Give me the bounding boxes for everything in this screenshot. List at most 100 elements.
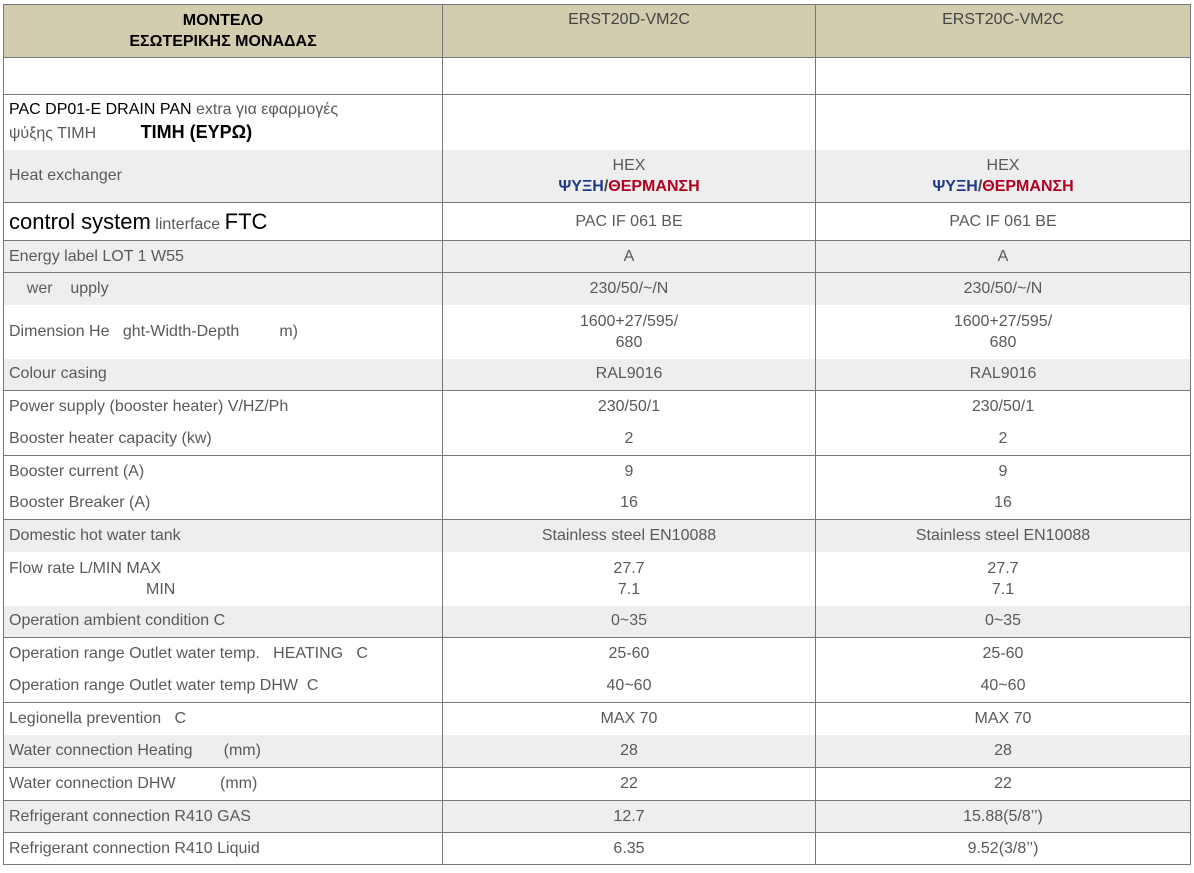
wc-heating-value-1: 28 xyxy=(442,734,816,768)
booster-breaker-value-1: 16 xyxy=(442,487,816,520)
booster-capacity-value-2: 2 xyxy=(815,423,1191,456)
flow-rate-row: Flow rate L/MIN MAX MIN 27.7 7.1 27.7 7.… xyxy=(3,551,1191,606)
drain-pan-price-1 xyxy=(442,94,816,150)
booster-capacity-row: Booster heater capacity (kw) 2 2 xyxy=(3,423,1191,456)
heat-exchanger-row: Heat exchanger HEX ΨΥΞΗ/ΘΕΡΜΑΝΣΗ HEX ΨΥΞ… xyxy=(3,149,1191,203)
booster-current-label: Booster current (A) xyxy=(3,455,443,488)
model-1-header: ERST20D-VM2C xyxy=(442,4,816,58)
ref-gas-value-2: 15.88(5/8’’) xyxy=(815,800,1191,833)
ambient-row: Operation ambient condition C 0~35 0~35 xyxy=(3,605,1191,638)
booster-power-label: Power supply (booster heater) V/HZ/Ph xyxy=(3,390,443,424)
drain-pan-extra: extra για εφαρμογές xyxy=(191,101,339,119)
colour-row: Colour casing RAL9016 RAL9016 xyxy=(3,358,1191,391)
range-heating-value-2: 25-60 xyxy=(815,637,1191,671)
wc-heating-label: Water connection Heating (mm) xyxy=(3,734,443,768)
cooling-text: ΨΥΞΗ xyxy=(558,177,604,195)
range-dhw-value-2: 40~60 xyxy=(815,670,1191,703)
booster-breaker-label: Booster Breaker (A) xyxy=(3,487,443,520)
control-label: control system linterface FTC xyxy=(3,202,443,241)
control-value-2: PAC IF 061 BE xyxy=(815,202,1191,241)
energy-value-2: A xyxy=(815,240,1191,273)
energy-row: Energy label LOT 1 W55 A A xyxy=(3,240,1191,273)
range-heating-label: Operation range Outlet water temp. HEATI… xyxy=(3,637,443,671)
drain-pan-row: PAC DP01-E DRAIN PAN extra για εφαρμογές… xyxy=(3,94,1191,150)
booster-capacity-value-1: 2 xyxy=(442,423,816,456)
wc-dhw-value-1: 22 xyxy=(442,767,816,801)
ambient-value-1: 0~35 xyxy=(442,605,816,638)
power-supply-label: wer upply xyxy=(3,272,443,305)
power-supply-row: wer upply 230/50/~/N 230/50/~/N xyxy=(3,272,1191,305)
ref-liquid-row: Refrigerant connection R410 Liquid 6.35 … xyxy=(3,832,1191,865)
model-header-line1: ΜΟΝΤΕΛΟ xyxy=(182,12,264,29)
dimension-value-1: 1600+27/595/ 680 xyxy=(442,304,816,359)
cooling-text: ΨΥΞΗ xyxy=(932,177,978,195)
ambient-label: Operation ambient condition C xyxy=(3,605,443,638)
booster-current-value-2: 9 xyxy=(815,455,1191,488)
colour-label: Colour casing xyxy=(3,358,443,391)
ref-liquid-value-1: 6.35 xyxy=(442,832,816,865)
colour-value-1: RAL9016 xyxy=(442,358,816,391)
legionella-value-1: MAX 70 xyxy=(442,702,816,735)
ambient-value-2: 0~35 xyxy=(815,605,1191,638)
drain-pan-label: PAC DP01-E DRAIN PAN extra για εφαρμογές… xyxy=(3,94,443,150)
range-dhw-label: Operation range Outlet water temp DHW C xyxy=(3,670,443,703)
flow-rate-value-1: 27.7 7.1 xyxy=(442,551,816,606)
legionella-row: Legionella prevention C MAX 70 MAX 70 xyxy=(3,702,1191,735)
spec-table: ΜΟΝΤΕΛΟ ΕΣΩΤΕΡΙΚΗΣ ΜΟΝΑΔΑΣ ERST20D-VM2C … xyxy=(3,4,1191,865)
heat-exchanger-value-1: HEX ΨΥΞΗ/ΘΕΡΜΑΝΣΗ xyxy=(442,149,816,203)
model-2-header: ERST20C-VM2C xyxy=(815,4,1191,58)
booster-power-value-1: 230/50/1 xyxy=(442,390,816,424)
dimension-row: Dimension He ght-Width-Depth m) 1600+27/… xyxy=(3,304,1191,359)
energy-label: Energy label LOT 1 W55 xyxy=(3,240,443,273)
energy-value-1: A xyxy=(442,240,816,273)
ref-gas-row: Refrigerant connection R410 GAS 12.7 15.… xyxy=(3,800,1191,833)
dhw-tank-value-1: Stainless steel EN10088 xyxy=(442,519,816,552)
range-dhw-value-1: 40~60 xyxy=(442,670,816,703)
booster-power-row: Power supply (booster heater) V/HZ/Ph 23… xyxy=(3,390,1191,424)
booster-power-value-2: 230/50/1 xyxy=(815,390,1191,424)
drain-pan-line2: ψύξης ΤΙΜΗ xyxy=(9,125,97,143)
drain-pan-code: PAC DP01-E DRAIN PAN xyxy=(9,101,192,119)
booster-current-value-1: 9 xyxy=(442,455,816,488)
heating-text: ΘΕΡΜΑΝΣΗ xyxy=(608,177,700,195)
control-row: control system linterface FTC PAC IF 061… xyxy=(3,202,1191,241)
power-supply-value-2: 230/50/~/N xyxy=(815,272,1191,305)
booster-capacity-label: Booster heater capacity (kw) xyxy=(3,423,443,456)
colour-value-2: RAL9016 xyxy=(815,358,1191,391)
heat-exchanger-label: Heat exchanger xyxy=(3,149,443,203)
heat-exchanger-value-2: HEX ΨΥΞΗ/ΘΕΡΜΑΝΣΗ xyxy=(815,149,1191,203)
range-heating-row: Operation range Outlet water temp. HEATI… xyxy=(3,637,1191,671)
ref-gas-value-1: 12.7 xyxy=(442,800,816,833)
wc-dhw-row: Water connection DHW (mm) 22 22 xyxy=(3,767,1191,801)
ref-gas-label: Refrigerant connection R410 GAS xyxy=(3,800,443,833)
ref-liquid-value-2: 9.52(3/8’’) xyxy=(815,832,1191,865)
flow-rate-value-2: 27.7 7.1 xyxy=(815,551,1191,606)
power-supply-value-1: 230/50/~/N xyxy=(442,272,816,305)
dimension-value-2: 1600+27/595/ 680 xyxy=(815,304,1191,359)
range-dhw-row: Operation range Outlet water temp DHW C … xyxy=(3,670,1191,703)
price-label: ΤΙΜΗ (ΕΥΡΩ) xyxy=(140,122,253,143)
header-row: ΜΟΝΤΕΛΟ ΕΣΩΤΕΡΙΚΗΣ ΜΟΝΑΔΑΣ ERST20D-VM2C … xyxy=(3,4,1191,58)
drain-pan-price-2 xyxy=(815,94,1191,150)
range-heating-value-1: 25-60 xyxy=(442,637,816,671)
heating-text: ΘΕΡΜΑΝΣΗ xyxy=(982,177,1074,195)
model-header-label: ΜΟΝΤΕΛΟ ΕΣΩΤΕΡΙΚΗΣ ΜΟΝΑΔΑΣ xyxy=(3,4,443,58)
booster-breaker-row: Booster Breaker (A) 16 16 xyxy=(3,487,1191,520)
dhw-tank-label: Domestic hot water tank xyxy=(3,519,443,552)
dimension-label: Dimension He ght-Width-Depth m) xyxy=(3,304,443,359)
dhw-tank-row: Domestic hot water tank Stainless steel … xyxy=(3,519,1191,552)
wc-heating-value-2: 28 xyxy=(815,734,1191,768)
flow-rate-label: Flow rate L/MIN MAX MIN xyxy=(3,551,443,606)
control-value-1: PAC IF 061 BE xyxy=(442,202,816,241)
dhw-tank-value-2: Stainless steel EN10088 xyxy=(815,519,1191,552)
empty-row xyxy=(3,57,1191,95)
hex-text: HEX xyxy=(612,156,646,174)
wc-heating-row: Water connection Heating (mm) 28 28 xyxy=(3,734,1191,768)
ref-liquid-label: Refrigerant connection R410 Liquid xyxy=(3,832,443,865)
model-header-line2: ΕΣΩΤΕΡΙΚΗΣ ΜΟΝΑΔΑΣ xyxy=(129,33,317,50)
legionella-label: Legionella prevention C xyxy=(3,702,443,735)
hex-text: HEX xyxy=(986,156,1020,174)
wc-dhw-label: Water connection DHW (mm) xyxy=(3,767,443,801)
wc-dhw-value-2: 22 xyxy=(815,767,1191,801)
booster-breaker-value-2: 16 xyxy=(815,487,1191,520)
